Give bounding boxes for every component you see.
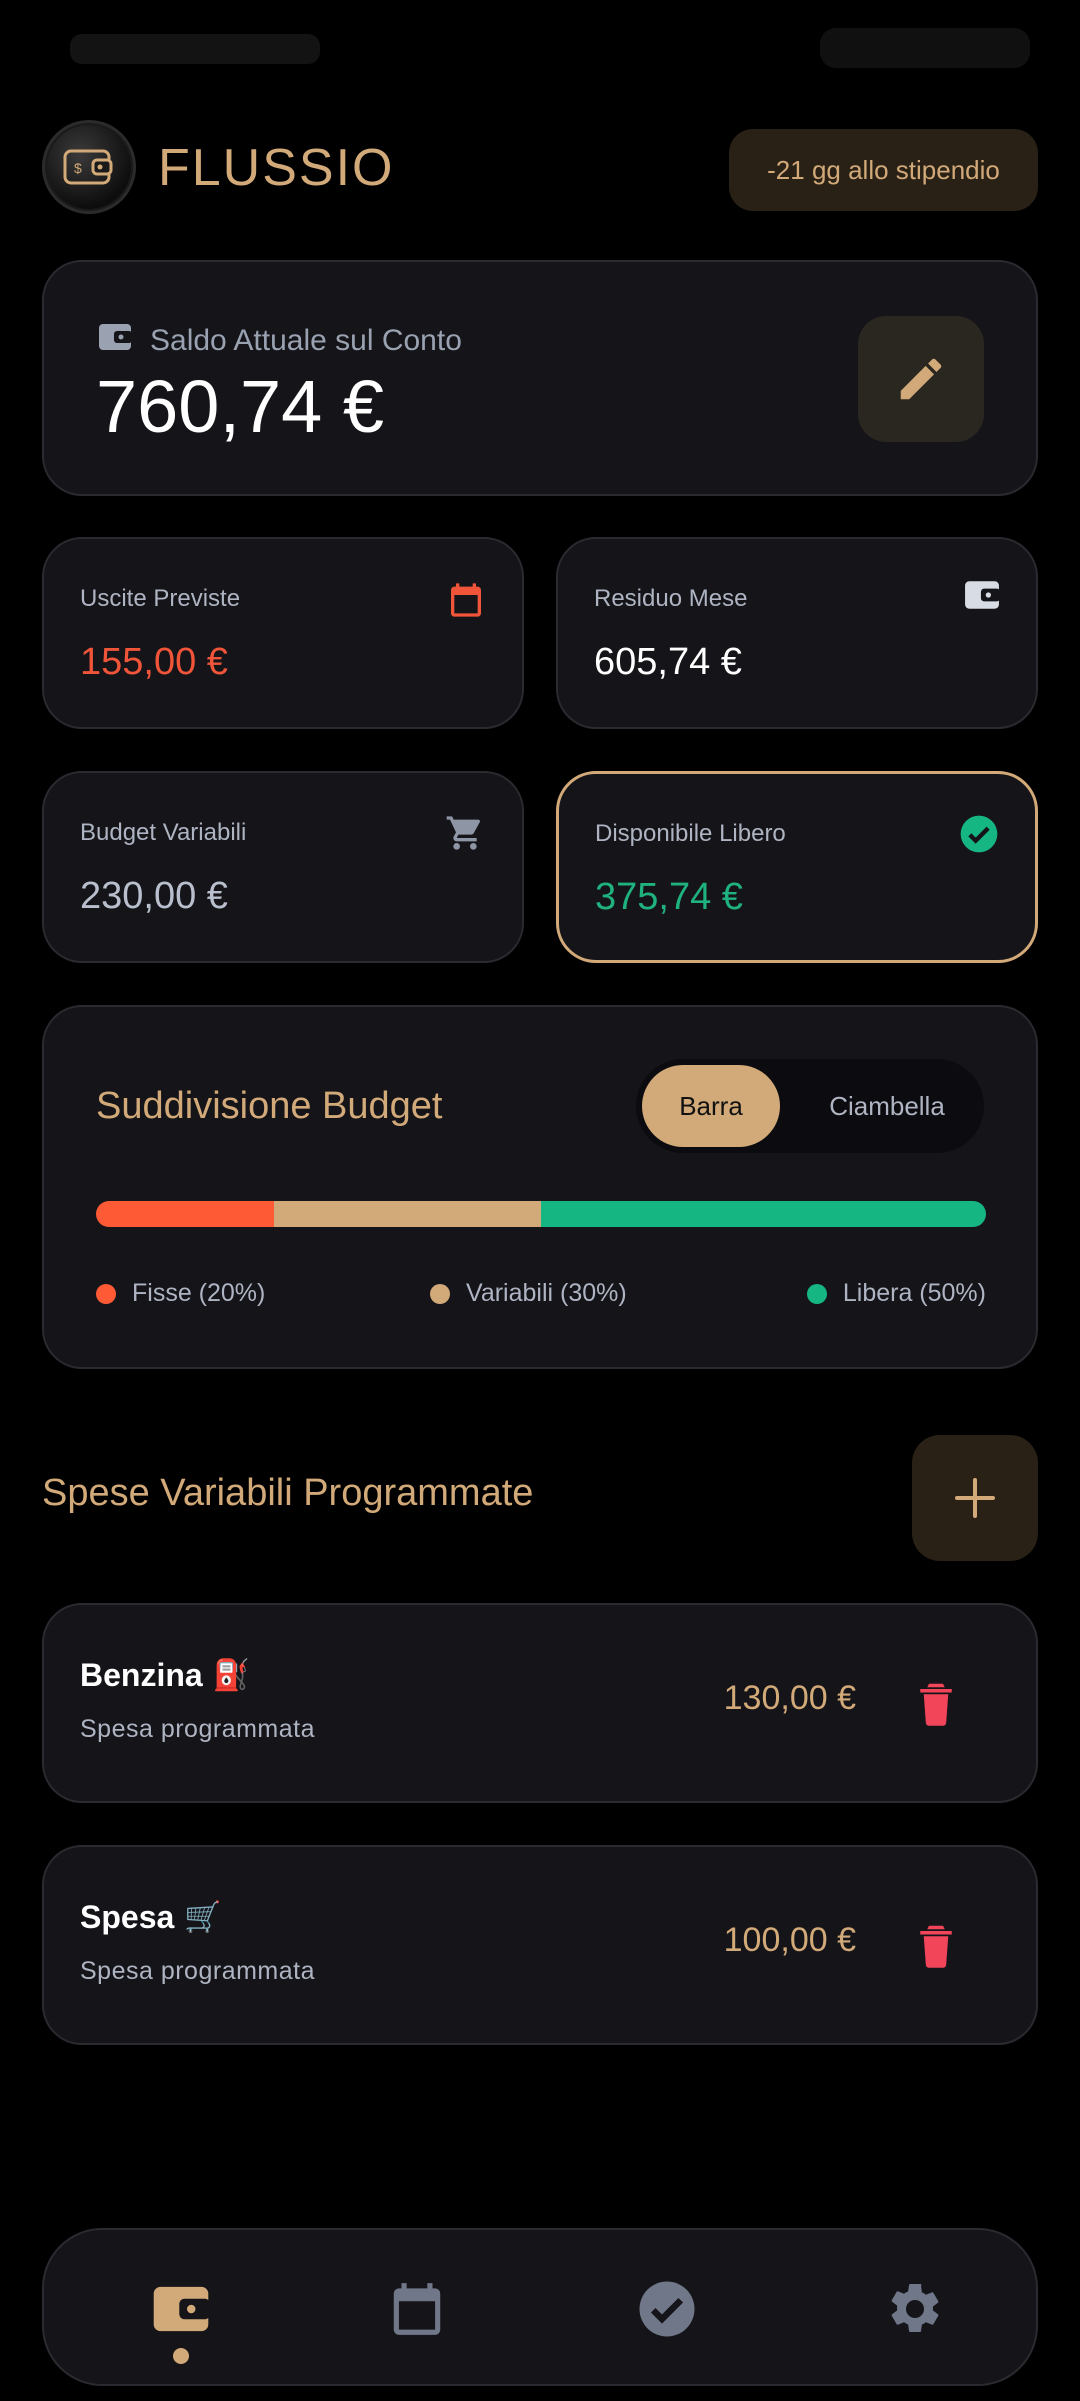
stat-card-residuo-mese[interactable]: Residuo Mese 605,74 €: [556, 537, 1038, 729]
legend-label: Libera (50%): [842, 1279, 986, 1307]
balance-card: Saldo Attuale sul Conto 760,74 €: [42, 260, 1038, 496]
wallet-icon: [98, 322, 132, 360]
budget-legend: Fisse (20%) Variabili (30%) Libera (50%): [96, 1279, 986, 1319]
toggle-bar-option[interactable]: Barra: [642, 1065, 780, 1147]
expense-name-row: Spesa 🛒: [80, 1899, 222, 1936]
calendar-icon: [446, 579, 486, 626]
expense-name: Benzina: [80, 1657, 203, 1693]
check-circle-icon: [959, 814, 999, 859]
nav-item-wallet[interactable]: [136, 2264, 226, 2354]
expense-subtitle: Spesa programmata: [80, 1715, 316, 1743]
status-bar: [0, 0, 1080, 96]
edit-balance-button[interactable]: [858, 316, 984, 442]
shopping-cart-icon: 🛒: [184, 1901, 222, 1934]
stat-card-uscite-previste[interactable]: Uscite Previste 155,00 €: [42, 537, 524, 729]
expense-name: Spesa: [80, 1899, 175, 1935]
check-circle-icon: [639, 2281, 695, 2337]
svg-text:$: $: [74, 160, 82, 176]
legend-item-variabili: Variabili (30%): [430, 1279, 627, 1308]
fuel-pump-icon: ⛽: [212, 1659, 251, 1692]
expense-amount: 100,00 €: [723, 1921, 856, 1959]
expense-list-item[interactable]: Spesa 🛒 Spesa programmata 100,00 €: [42, 1845, 1038, 2045]
trash-icon: [920, 1925, 952, 1968]
stat-card-disponibile-libero[interactable]: Disponibile Libero 375,74 €: [556, 771, 1038, 963]
balance-label: Saldo Attuale sul Conto: [150, 324, 462, 357]
scheduled-section-title: Spese Variabili Programmate: [42, 1472, 534, 1514]
nav-item-settings[interactable]: [870, 2264, 960, 2354]
delete-expense-button[interactable]: [908, 1913, 964, 1977]
cart-icon: [444, 813, 486, 858]
nav-item-calendar[interactable]: [372, 2264, 462, 2354]
legend-item-libera: Libera (50%): [806, 1279, 986, 1308]
stat-label: Uscite Previste: [80, 585, 241, 612]
expense-subtitle: Spesa programmata: [80, 1957, 316, 1985]
status-bar-time-blurred: [70, 34, 320, 64]
toggle-donut-option[interactable]: Ciambella: [796, 1065, 978, 1147]
stat-value: 230,00 €: [80, 875, 228, 917]
stat-value: 375,74 €: [595, 876, 743, 918]
budget-breakdown-card: Suddivisione Budget Barra Ciambella Fiss…: [42, 1005, 1038, 1369]
delete-expense-button[interactable]: [908, 1671, 964, 1735]
gear-icon: [891, 2283, 939, 2332]
plus-icon: [955, 1478, 995, 1518]
wallet-logo-icon: $: [63, 149, 113, 185]
budget-breakdown-title: Suddivisione Budget: [96, 1085, 443, 1127]
wallet-icon: [153, 2286, 210, 2332]
stat-label: Residuo Mese: [594, 585, 748, 612]
chart-type-toggle: Barra Ciambella: [636, 1059, 984, 1153]
calendar-icon: [393, 2283, 441, 2335]
nav-item-checklist[interactable]: [622, 2264, 712, 2354]
app-header: $ FLUSSIO -21 gg allo stipendio: [42, 120, 1038, 220]
legend-label: Variabili (30%): [466, 1279, 627, 1307]
bottom-navigation: [42, 2228, 1038, 2386]
legend-dot: [430, 1283, 450, 1304]
expense-list-item[interactable]: Benzina ⛽ Spesa programmata 130,00 €: [42, 1603, 1038, 1803]
legend-label: Fisse (20%): [132, 1279, 266, 1307]
trash-icon: [920, 1683, 952, 1726]
bar-segment-fisse: [96, 1201, 274, 1227]
expense-name-row: Benzina ⛽: [80, 1657, 250, 1694]
payday-countdown-badge: -21 gg allo stipendio: [729, 129, 1038, 211]
stat-card-budget-variabili[interactable]: Budget Variabili 230,00 €: [42, 771, 524, 963]
balance-value: 760,74 €: [96, 365, 385, 448]
legend-item-fisse: Fisse (20%): [96, 1279, 265, 1308]
bar-segment-variabili: [274, 1201, 541, 1227]
status-bar-icons-blurred: [820, 28, 1030, 68]
stat-value: 605,74 €: [594, 641, 742, 683]
budget-stacked-bar: [96, 1201, 986, 1227]
pencil-icon: [900, 358, 942, 400]
balance-label-row: Saldo Attuale sul Conto: [98, 322, 462, 360]
add-expense-button[interactable]: [912, 1435, 1038, 1561]
bar-segment-libera: [541, 1201, 986, 1227]
legend-dot: [96, 1283, 116, 1304]
nav-active-indicator: [173, 2348, 189, 2364]
app-title: FLUSSIO: [158, 139, 395, 197]
wallet-icon: [964, 579, 1000, 616]
stat-label: Disponibile Libero: [595, 820, 786, 847]
stat-label: Budget Variabili: [80, 819, 247, 846]
legend-dot: [806, 1283, 827, 1304]
expense-amount: 130,00 €: [723, 1679, 856, 1717]
stat-value: 155,00 €: [80, 641, 228, 683]
app-logo: $: [42, 120, 136, 214]
